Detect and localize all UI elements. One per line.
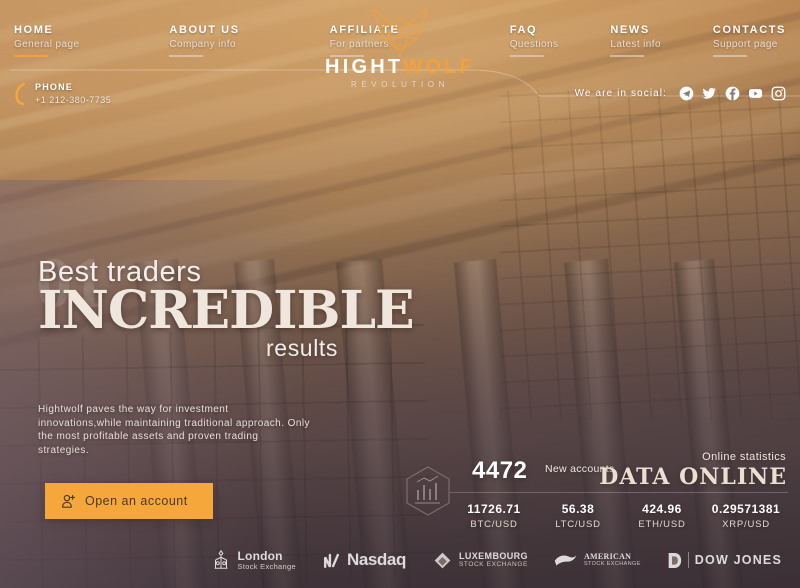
brand-logo[interactable]: HIGHTWOLF REVOLUTION: [325, 6, 475, 90]
luxembourg-icon: [434, 552, 451, 568]
nav-item-title: ABOUT US: [169, 24, 240, 36]
ticker-item[interactable]: 56.38 LTC/USD: [536, 502, 620, 531]
nav-item-contacts[interactable]: CONTACTS Support page: [712, 24, 786, 57]
data-online-title: DATA ONLINE: [599, 464, 787, 490]
hero-subline: results: [266, 335, 338, 361]
ticker-value: 56.38: [561, 502, 595, 516]
brand-word-part2: WOLF: [403, 56, 475, 78]
nav-item-home[interactable]: HOME General page: [14, 24, 79, 57]
hero-paragraph: Hightwolf paves the way for investment i…: [38, 404, 311, 456]
partner-name-line2: STOCK EXCHANGE: [458, 561, 528, 568]
partner-american-stock-exchange[interactable]: AMERICAN STOCK EXCHANGE: [554, 551, 641, 569]
page-stage: HOME General page ABOUT US Company info …: [0, 0, 800, 588]
ticker-pair: ETH/USD: [638, 519, 686, 530]
amex-eagle-icon: [554, 555, 577, 566]
nav-item-news[interactable]: NEWS Latest info: [610, 24, 661, 57]
nav-item-underline: [610, 55, 645, 57]
nav-item-subtitle: General page: [14, 39, 80, 50]
partner-luxembourg-stock-exchange[interactable]: LUXEMBOURG STOCK EXCHANGE: [432, 550, 528, 571]
social-links: We are in social:: [575, 86, 786, 101]
brand-word-part1: HIGHT: [325, 56, 404, 78]
ticker-list: 11726.71 BTC/USD 56.38 LTC/USD 424.96 ET…: [410, 502, 788, 531]
partner-name-line1: London: [237, 548, 283, 563]
ticker-item[interactable]: 11726.71 BTC/USD: [452, 502, 536, 531]
wolf-head-icon: [372, 8, 428, 57]
ticker-pair: LTC/USD: [555, 519, 601, 530]
online-statistics-label: Online statistics: [702, 451, 786, 463]
partner-name-line2: STOCK EXCHANGE: [583, 561, 641, 567]
partner-logos: London Stock Exchange Nasdaq LUXEMBOURG …: [0, 540, 800, 580]
partner-name-line1: AMERICAN: [583, 552, 632, 561]
open-account-label: Open an account: [85, 494, 188, 508]
ticker-item[interactable]: 0.29571381 XRP/USD: [704, 502, 788, 531]
ticker-value: 424.96: [642, 502, 682, 516]
partner-nasdaq[interactable]: Nasdaq: [322, 550, 406, 570]
primary-nav-right[interactable]: FAQ Questions NEWS Latest info CONTACTS …: [509, 24, 786, 57]
ticker-item[interactable]: 424.96 ETH/USD: [620, 502, 704, 531]
social-label: We are in social:: [574, 88, 667, 99]
nav-item-title: NEWS: [610, 24, 650, 36]
partner-name-line1: Nasdaq: [346, 550, 406, 569]
nav-item-about-us[interactable]: ABOUT US Company info: [169, 24, 239, 57]
ticker-pair: BTC/USD: [470, 519, 518, 530]
partner-london-stock-exchange[interactable]: London Stock Exchange: [210, 549, 296, 571]
youtube-icon[interactable]: [748, 86, 763, 101]
nav-item-subtitle: Questions: [509, 39, 559, 50]
phone-block[interactable]: PHONE +1 212-380-7735: [14, 82, 111, 106]
brand-wordmark: HIGHTWOLF: [325, 56, 475, 78]
ticker-pair: XRP/USD: [722, 519, 770, 530]
partner-name-line2: Stock Exchange: [237, 561, 296, 571]
nav-item-title: CONTACTS: [712, 24, 786, 36]
phone-icon: [15, 83, 25, 105]
partner-dow-jones[interactable]: DOW JONES: [667, 552, 782, 569]
stats-panel: 4472 New accounts Online statistics DATA…: [406, 451, 788, 531]
lse-crest-icon: [214, 549, 227, 569]
open-account-button[interactable]: Open an account: [45, 483, 213, 519]
add-user-icon: [62, 494, 75, 508]
nav-item-subtitle: Support page: [712, 39, 778, 50]
telegram-icon[interactable]: [679, 86, 694, 101]
nav-item-underline: [712, 55, 747, 57]
hero-section: 01 Best traders INCREDIBLE results Hight…: [36, 247, 418, 457]
nav-item-underline: [14, 55, 48, 57]
instagram-icon[interactable]: [771, 86, 786, 101]
partner-separator: [687, 552, 689, 568]
nav-item-subtitle: Latest info: [610, 39, 661, 50]
partner-name-line1: DOW JONES: [694, 553, 782, 567]
nav-item-underline: [509, 55, 544, 57]
ticker-value: 11726.71: [467, 502, 521, 516]
new-accounts-count: 4472: [472, 457, 528, 484]
stats-headline-row: 4472 New accounts Online statistics DATA…: [410, 451, 788, 492]
twitter-icon[interactable]: [702, 86, 717, 101]
nav-item-title: HOME: [14, 24, 54, 36]
stats-divider: [450, 492, 788, 493]
nav-item-title: FAQ: [509, 24, 538, 36]
nav-item-underline: [169, 55, 204, 57]
hero-headline: INCREDIBLE: [38, 280, 415, 341]
nav-item-faq[interactable]: FAQ Questions: [509, 24, 559, 57]
partner-name-line1: LUXEMBOURG: [458, 551, 528, 561]
nasdaq-icon: [323, 553, 339, 568]
nav-item-subtitle: Company info: [169, 39, 236, 50]
phone-label: PHONE: [35, 82, 74, 92]
brand-tagline: REVOLUTION: [350, 80, 450, 89]
phone-number[interactable]: +1 212-380-7735: [35, 94, 111, 106]
facebook-icon[interactable]: [725, 86, 740, 101]
ticker-value: 0.29571381: [711, 502, 781, 516]
dowjones-mark-icon: [668, 552, 681, 568]
